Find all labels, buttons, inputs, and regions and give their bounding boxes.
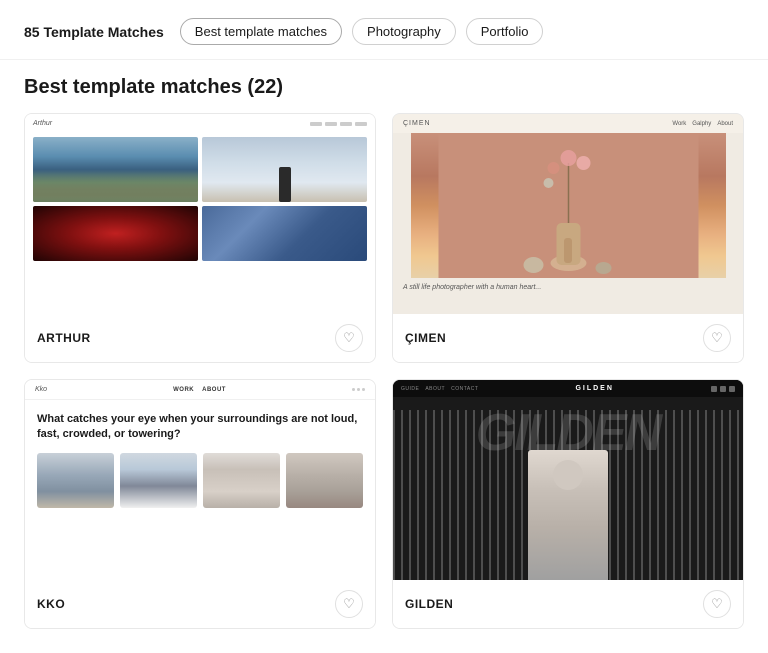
gilden-name: GILDEN bbox=[405, 597, 453, 611]
kko-thumb-2 bbox=[120, 453, 197, 508]
cimen-heart-button[interactable]: ♡ bbox=[703, 324, 731, 352]
kko-name: KKO bbox=[37, 597, 65, 611]
kko-headline: What catches your eye when your surround… bbox=[25, 400, 375, 453]
filter-best[interactable]: Best template matches bbox=[180, 18, 342, 45]
arthur-img-blue bbox=[202, 206, 367, 261]
kko-preview: Kko WORK ABOUT What catches your eye whe… bbox=[25, 380, 375, 580]
arthur-preview: Arthur bbox=[25, 114, 375, 314]
arthur-images bbox=[25, 133, 375, 265]
kko-thumb-4 bbox=[286, 453, 363, 508]
gilden-preview: GUIDE ABOUT CONTACT GILDEN GILDEN bbox=[393, 380, 743, 580]
gilden-nav-contact: CONTACT bbox=[451, 386, 478, 392]
cimen-nav-galphy: Galphy bbox=[692, 121, 711, 127]
kko-thumb-1 bbox=[37, 453, 114, 508]
gilden-icon-2 bbox=[720, 386, 726, 392]
gilden-icons bbox=[711, 386, 735, 392]
kko-nav: WORK ABOUT bbox=[173, 387, 226, 393]
kko-nav-work: WORK bbox=[173, 387, 194, 393]
gilden-logo: GILDEN bbox=[575, 385, 613, 392]
arthur-topbar: Arthur bbox=[25, 114, 375, 133]
kko-dots bbox=[352, 388, 365, 391]
gilden-nav: GUIDE ABOUT CONTACT bbox=[401, 386, 478, 392]
cimen-nav-about: About bbox=[717, 121, 733, 127]
cimen-nav-work: Work bbox=[672, 121, 686, 127]
kko-nav-about: ABOUT bbox=[202, 387, 226, 393]
arthur-img-red bbox=[33, 206, 198, 261]
cimen-topbar: ÇIMEN Work Galphy About bbox=[393, 114, 743, 133]
template-card-arthur[interactable]: Arthur bbox=[24, 113, 376, 363]
cimen-photo bbox=[411, 133, 726, 278]
template-card-gilden[interactable]: GUIDE ABOUT CONTACT GILDEN GILDEN bbox=[392, 379, 744, 629]
section-title: Best template matches (22) bbox=[0, 60, 768, 113]
kko-heart-button[interactable]: ♡ bbox=[335, 590, 363, 618]
template-card-cimen[interactable]: ÇIMEN Work Galphy About bbox=[392, 113, 744, 363]
arthur-logo: Arthur bbox=[33, 120, 52, 127]
kko-logo: Kko bbox=[35, 386, 47, 393]
gilden-icon-1 bbox=[711, 386, 717, 392]
cimen-footer: ÇIMEN ♡ bbox=[393, 314, 743, 362]
gilden-topbar: GUIDE ABOUT CONTACT GILDEN bbox=[393, 380, 743, 397]
gilden-nav-about: ABOUT bbox=[425, 386, 445, 392]
top-bar: 85 Template Matches Best template matche… bbox=[0, 0, 768, 60]
gilden-icon-3 bbox=[729, 386, 735, 392]
gilden-footer: GILDEN ♡ bbox=[393, 580, 743, 628]
kko-footer: KKO ♡ bbox=[25, 580, 375, 628]
kko-thumbnails bbox=[25, 453, 375, 508]
arthur-img-mountain bbox=[33, 137, 198, 202]
cimen-logo: ÇIMEN bbox=[403, 120, 431, 127]
template-grid: Arthur bbox=[0, 113, 768, 653]
kko-topbar: Kko WORK ABOUT bbox=[25, 380, 375, 400]
filter-photography[interactable]: Photography bbox=[352, 18, 456, 45]
kko-thumb-3 bbox=[203, 453, 280, 508]
cimen-preview: ÇIMEN Work Galphy About bbox=[393, 114, 743, 314]
template-card-kko[interactable]: Kko WORK ABOUT What catches your eye whe… bbox=[24, 379, 376, 629]
cimen-caption: A still life photographer with a human h… bbox=[393, 278, 743, 297]
arthur-heart-button[interactable]: ♡ bbox=[335, 324, 363, 352]
cimen-nav: Work Galphy About bbox=[672, 121, 733, 127]
gilden-person bbox=[528, 450, 608, 580]
match-count: 85 Template Matches bbox=[24, 24, 164, 40]
gilden-nav-guide: GUIDE bbox=[401, 386, 419, 392]
filter-portfolio[interactable]: Portfolio bbox=[466, 18, 544, 45]
arthur-name: ARTHUR bbox=[37, 331, 91, 345]
arthur-img-person bbox=[202, 137, 367, 202]
arthur-nav bbox=[310, 122, 367, 126]
arthur-footer: ARTHUR ♡ bbox=[25, 314, 375, 362]
cimen-name: ÇIMEN bbox=[405, 331, 446, 345]
gilden-heart-button[interactable]: ♡ bbox=[703, 590, 731, 618]
